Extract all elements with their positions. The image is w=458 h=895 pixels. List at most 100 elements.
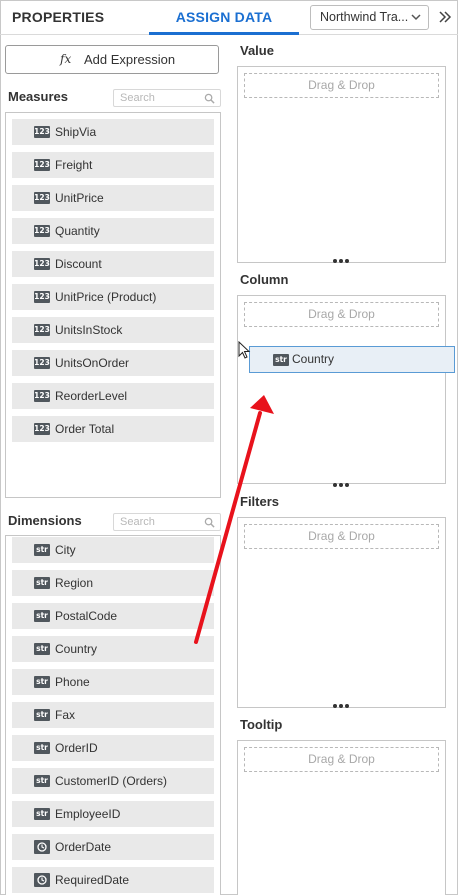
- dragged-field-chip[interactable]: str Country: [249, 346, 455, 373]
- chevron-down-icon: [411, 14, 421, 21]
- field-item[interactable]: str City: [12, 537, 214, 563]
- drop-hint: Drag & Drop: [308, 752, 375, 766]
- string-type-icon: str: [34, 643, 50, 655]
- field-name: CustomerID (Orders): [55, 774, 168, 788]
- field-name: Discount: [55, 257, 102, 271]
- field-name: Quantity: [55, 224, 100, 238]
- field-name: Region: [55, 576, 94, 590]
- column-drop-target[interactable]: Drag & Drop: [244, 302, 439, 327]
- filters-drop-target[interactable]: Drag & Drop: [244, 524, 439, 549]
- numeric-type-icon: 123: [34, 126, 50, 138]
- field-item[interactable]: 123 UnitPrice: [12, 185, 214, 211]
- double-chevron-right-icon[interactable]: [437, 9, 453, 25]
- numeric-type-icon: 123: [34, 324, 50, 336]
- panel-header: PROPERTIES ASSIGN DATA Northwind Tra...: [0, 0, 458, 35]
- field-item[interactable]: RequiredDate: [12, 867, 214, 893]
- field-name: UnitsOnOrder: [55, 356, 130, 370]
- string-type-icon: str: [34, 775, 50, 787]
- field-name: City: [55, 543, 76, 557]
- datasource-dropdown[interactable]: Northwind Tra...: [310, 5, 429, 30]
- string-type-icon: str: [273, 354, 289, 366]
- field-name: UnitPrice: [55, 191, 104, 205]
- field-item[interactable]: str PostalCode: [12, 603, 214, 629]
- tooltip-section-title: Tooltip: [240, 717, 283, 732]
- tooltip-drop-target[interactable]: Drag & Drop: [244, 747, 439, 772]
- field-name: Fax: [55, 708, 76, 722]
- field-name: PostalCode: [55, 609, 118, 623]
- field-item[interactable]: str CustomerID (Orders): [12, 768, 214, 794]
- add-expression-label: Add Expression: [84, 52, 176, 67]
- field-item[interactable]: 123 ShipVia: [12, 119, 214, 145]
- clock-icon: [34, 840, 50, 854]
- field-name: Freight: [55, 158, 93, 172]
- field-item[interactable]: str Fax: [12, 702, 214, 728]
- add-expression-button[interactable]: fx Add Expression: [5, 45, 219, 74]
- numeric-type-icon: 123: [34, 357, 50, 369]
- resize-handle[interactable]: [333, 259, 351, 265]
- field-item[interactable]: str OrderID: [12, 735, 214, 761]
- field-item[interactable]: 123 UnitsOnOrder: [12, 350, 214, 376]
- field-item[interactable]: 123 UnitPrice (Product): [12, 284, 214, 310]
- field-name: Order Total: [55, 422, 115, 436]
- function-icon: fx: [60, 52, 72, 66]
- measures-search-input[interactable]: Search: [113, 89, 221, 107]
- search-placeholder: Search: [120, 92, 155, 104]
- field-item[interactable]: 123 Freight: [12, 152, 214, 178]
- value-drop-target[interactable]: Drag & Drop: [244, 73, 439, 98]
- field-item[interactable]: 123 Discount: [12, 251, 214, 277]
- datasource-value: Northwind Tra...: [320, 10, 408, 24]
- field-name: ShipVia: [55, 125, 97, 139]
- field-name: Phone: [55, 675, 90, 689]
- string-type-icon: str: [34, 742, 50, 754]
- field-name: RequiredDate: [55, 873, 130, 887]
- column-section-title: Column: [240, 272, 289, 287]
- drop-hint: Drag & Drop: [308, 307, 375, 321]
- numeric-type-icon: 123: [34, 423, 50, 435]
- string-type-icon: str: [34, 577, 50, 589]
- field-item[interactable]: str EmployeeID: [12, 801, 214, 827]
- resize-handle[interactable]: [333, 483, 351, 489]
- field-name: UnitsInStock: [55, 323, 123, 337]
- field-item[interactable]: 123 Quantity: [12, 218, 214, 244]
- numeric-type-icon: 123: [34, 225, 50, 237]
- measures-title: Measures: [8, 89, 68, 104]
- drop-hint: Drag & Drop: [308, 529, 375, 543]
- dimensions-search-input[interactable]: Search: [113, 513, 221, 531]
- dragged-field-name: Country: [292, 352, 335, 366]
- field-item[interactable]: OrderDate: [12, 834, 214, 860]
- active-tab-indicator: [149, 32, 299, 35]
- field-name: UnitPrice (Product): [55, 290, 157, 304]
- numeric-type-icon: 123: [34, 291, 50, 303]
- string-type-icon: str: [34, 676, 50, 688]
- field-item[interactable]: str Country: [12, 636, 214, 662]
- numeric-type-icon: 123: [34, 258, 50, 270]
- string-type-icon: str: [34, 610, 50, 622]
- field-name: OrderDate: [55, 840, 112, 854]
- search-placeholder: Search: [120, 516, 155, 528]
- dimensions-title: Dimensions: [8, 513, 82, 528]
- search-icon: [204, 93, 215, 104]
- string-type-icon: str: [34, 808, 50, 820]
- tab-assign-data[interactable]: ASSIGN DATA: [149, 0, 299, 34]
- drop-hint: Drag & Drop: [308, 78, 375, 92]
- value-section-title: Value: [240, 43, 274, 58]
- clock-icon: [34, 873, 50, 887]
- filters-section-title: Filters: [240, 494, 280, 509]
- resize-handle[interactable]: [333, 704, 351, 710]
- field-name: ReorderLevel: [55, 389, 128, 403]
- field-name: EmployeeID: [55, 807, 121, 821]
- string-type-icon: str: [34, 709, 50, 721]
- field-item[interactable]: 123 ReorderLevel: [12, 383, 214, 409]
- search-icon: [204, 517, 215, 528]
- field-item[interactable]: str Phone: [12, 669, 214, 695]
- field-item[interactable]: str Region: [12, 570, 214, 596]
- tab-properties[interactable]: PROPERTIES: [12, 0, 104, 34]
- mouse-pointer-icon: [238, 341, 251, 359]
- field-item[interactable]: 123 UnitsInStock: [12, 317, 214, 343]
- field-name: OrderID: [55, 741, 98, 755]
- field-item[interactable]: 123 Order Total: [12, 416, 214, 442]
- string-type-icon: str: [34, 544, 50, 556]
- numeric-type-icon: 123: [34, 159, 50, 171]
- numeric-type-icon: 123: [34, 390, 50, 402]
- field-name: Country: [55, 642, 98, 656]
